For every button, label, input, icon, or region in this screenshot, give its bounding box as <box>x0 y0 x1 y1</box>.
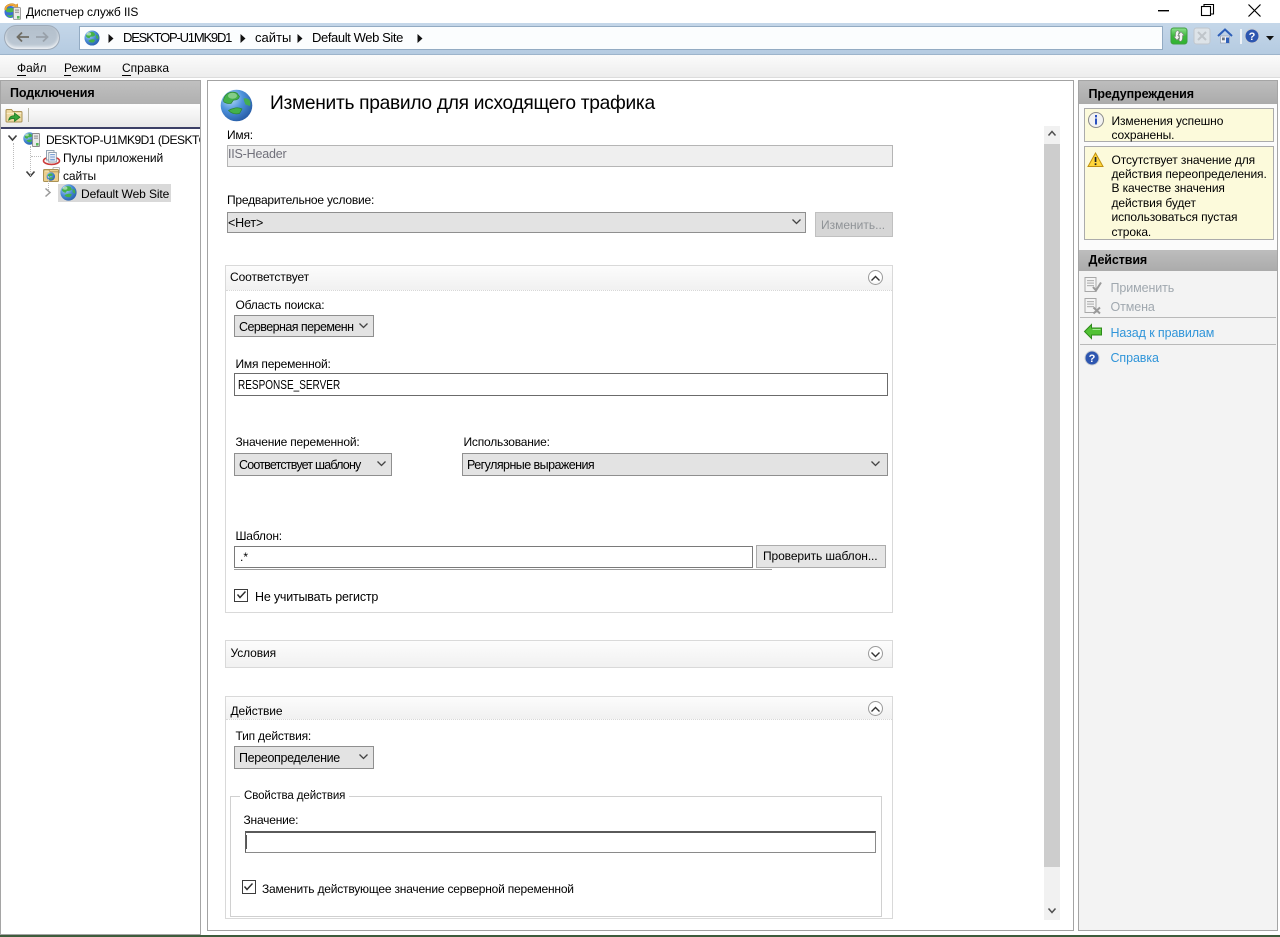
svg-text:?: ? <box>1089 353 1096 365</box>
svg-text:?: ? <box>1249 31 1256 43</box>
